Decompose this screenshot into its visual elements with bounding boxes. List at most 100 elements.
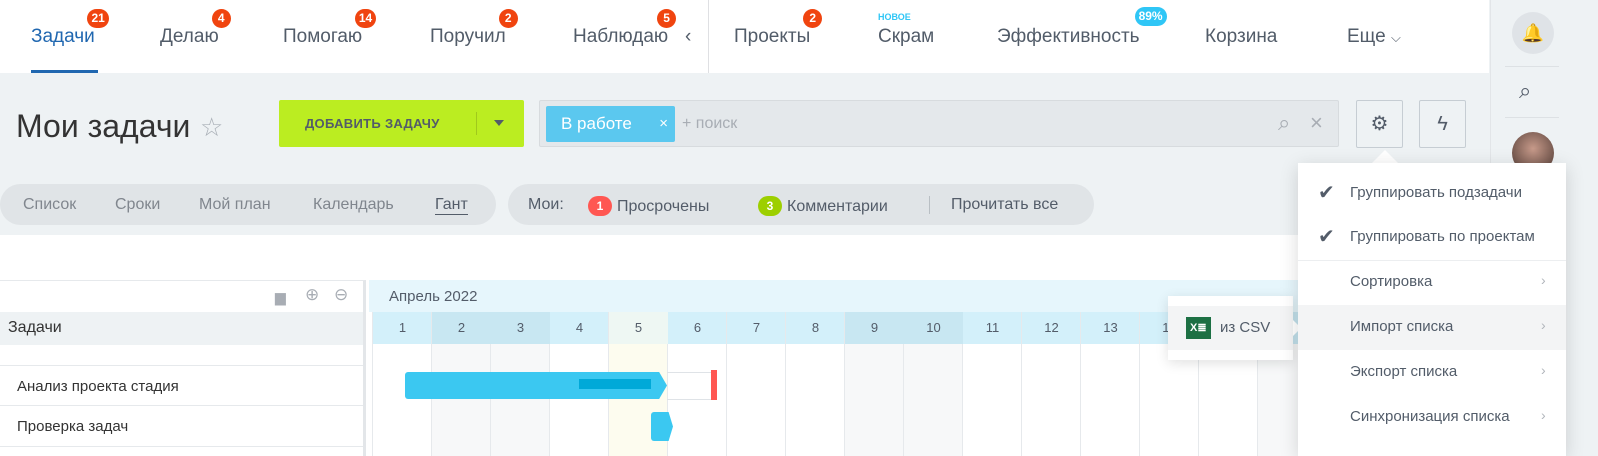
print-icon[interactable]: ▆ xyxy=(275,289,286,306)
search-input[interactable]: В работе × + поиск ⌕ × xyxy=(539,100,1339,147)
label: Группировать по проектам xyxy=(1350,228,1535,245)
counters-bar: Мои: 1 Просрочены 3 Комментарии Прочитать … xyxy=(508,184,1094,225)
tab-watching[interactable]: Наблюдаю 5 xyxy=(573,9,677,48)
search-icon[interactable]: ⌕ xyxy=(1519,78,1531,104)
day-label: 13 xyxy=(1103,320,1118,335)
tab-assigned[interactable]: Поручил 2 xyxy=(430,9,518,48)
tab-helping[interactable]: Помогаю 14 xyxy=(283,9,377,48)
day-label: 11 xyxy=(985,320,1000,335)
settings-menu: ✔ Группировать подзадачи ✔ Группировать по… xyxy=(1298,163,1566,456)
tab-scrum[interactable]: НОВОЕ Скрам xyxy=(878,12,935,48)
divider xyxy=(929,196,930,214)
menu-item-import[interactable]: Импорт списка › xyxy=(1298,305,1566,350)
menu-item-export[interactable]: Экспорт списка › xyxy=(1298,350,1566,395)
day-label: 3 xyxy=(491,312,550,344)
search-placeholder: + поиск xyxy=(682,115,738,132)
tab-label: Делаю xyxy=(160,26,219,47)
collapse-chevron-icon[interactable]: ‹ xyxy=(685,26,691,48)
deadline-gap xyxy=(667,372,712,400)
tab-trash[interactable]: Корзина xyxy=(1205,26,1277,48)
day-label: 4 xyxy=(575,320,584,335)
divider xyxy=(1505,117,1559,118)
tab-label: Поручил xyxy=(430,26,506,47)
view-deadlines[interactable]: Сроки xyxy=(115,196,160,214)
chevron-down-icon: ⌵ xyxy=(1390,30,1401,45)
check-icon: ✔ xyxy=(1318,182,1335,204)
dropdown-arrow-icon[interactable] xyxy=(494,120,504,131)
chevron-right-icon: › xyxy=(1541,317,1546,333)
menu-item-group-subtasks[interactable]: ✔ Группировать подзадачи xyxy=(1298,171,1566,216)
import-csv-item[interactable]: X≣ из CSV xyxy=(1168,306,1293,350)
task-row[interactable]: Анализ проекта стадия xyxy=(0,365,363,406)
tab-label: Еще xyxy=(1347,26,1386,47)
day-column: 13 xyxy=(1080,312,1139,456)
day-label: 8 xyxy=(811,320,820,335)
count: 1 xyxy=(588,196,612,216)
divider xyxy=(476,112,477,135)
deadline-marker[interactable] xyxy=(711,370,717,400)
day-label: 9 xyxy=(845,312,904,344)
chevron-right-icon: › xyxy=(1541,407,1546,423)
check-icon: ✔ xyxy=(1318,226,1335,248)
view-calendar[interactable]: Календарь xyxy=(313,196,394,214)
badge: 21 xyxy=(87,9,109,28)
tab-label: Задачи xyxy=(31,26,95,47)
tab-label: Скрам xyxy=(878,26,935,47)
gantt-task-list: ▆ ⊕ ⊖ Задачи Анализ проекта стадия Прове… xyxy=(0,280,366,456)
filter-chip[interactable]: В работе × xyxy=(546,106,675,142)
menu-item-sort[interactable]: Сортировка › xyxy=(1298,260,1566,305)
add-task-button[interactable]: ДОБАВИТЬ ЗАДАЧУ xyxy=(279,100,524,147)
tab-label: Наблюдаю xyxy=(573,26,669,47)
day-label: 7 xyxy=(752,320,761,335)
bell-icon[interactable]: 🔔 xyxy=(1512,12,1554,54)
view-gantt[interactable]: Гант xyxy=(435,196,468,215)
zoom-in-icon[interactable]: ⊕ xyxy=(305,285,319,305)
badge: 2 xyxy=(498,9,518,28)
label: Группировать подзадачи xyxy=(1350,184,1522,201)
view-list[interactable]: Список xyxy=(23,196,76,214)
day-label: 10 xyxy=(904,312,963,344)
close-icon[interactable]: × xyxy=(659,115,668,132)
tab-doing[interactable]: Делаю 4 xyxy=(160,9,231,48)
chevron-right-icon: › xyxy=(1541,362,1546,378)
excel-icon: X≣ xyxy=(1186,317,1211,339)
progress-bar xyxy=(579,379,651,389)
day-label: 12 xyxy=(1044,320,1059,335)
clear-icon[interactable]: × xyxy=(1310,110,1323,136)
day-label: 5 xyxy=(609,312,668,344)
comments-counter[interactable]: 3 Комментарии xyxy=(758,196,888,216)
search-icon[interactable]: ⌕ xyxy=(1278,110,1290,136)
menu-item-sync[interactable]: Синхронизация списка › xyxy=(1298,395,1566,440)
tab-label: Корзина xyxy=(1205,26,1278,47)
badge: 14 xyxy=(354,9,377,28)
tab-tasks[interactable]: Задачи 21 xyxy=(31,9,109,48)
view-my-plan[interactable]: Мой план xyxy=(199,196,271,214)
chip-label: В работе xyxy=(561,114,632,133)
settings-button[interactable]: ⚙ xyxy=(1356,100,1403,148)
tab-label: Помогаю xyxy=(283,26,363,47)
view-switcher: Список Сроки Мой план Календарь Гант xyxy=(0,184,496,225)
zoom-out-icon[interactable]: ⊖ xyxy=(334,285,348,305)
add-task-label: ДОБАВИТЬ ЗАДАЧУ xyxy=(305,116,440,131)
day-column: 12 xyxy=(1021,312,1080,456)
label: Просрочены xyxy=(617,198,710,215)
star-icon[interactable]: ☆ xyxy=(200,112,223,143)
automation-button[interactable]: ϟ xyxy=(1419,100,1466,148)
overdue-counter[interactable]: 1 Просрочены xyxy=(588,196,709,216)
menu-item-group-projects[interactable]: ✔ Группировать по проектам xyxy=(1298,215,1566,260)
task-bar[interactable] xyxy=(651,412,673,441)
task-row[interactable]: Проверка задач xyxy=(0,406,363,447)
page-title: Мои задачи xyxy=(16,108,191,144)
badge: 89% xyxy=(1134,7,1167,26)
read-all-link[interactable]: Прочитать все xyxy=(951,196,1058,214)
divider xyxy=(1505,66,1559,67)
label: Синхронизация списка xyxy=(1350,408,1510,425)
tab-efficiency[interactable]: Эффективность 89% xyxy=(997,7,1167,48)
tab-projects[interactable]: Проекты 2 xyxy=(734,9,823,48)
tab-label: Эффективность xyxy=(997,26,1140,47)
tab-more[interactable]: Еще ⌵ xyxy=(1347,26,1401,48)
day-column: 8 xyxy=(785,312,844,456)
divider xyxy=(708,0,709,73)
tasks-column-header: Задачи xyxy=(0,312,363,345)
badge: 4 xyxy=(211,9,231,28)
